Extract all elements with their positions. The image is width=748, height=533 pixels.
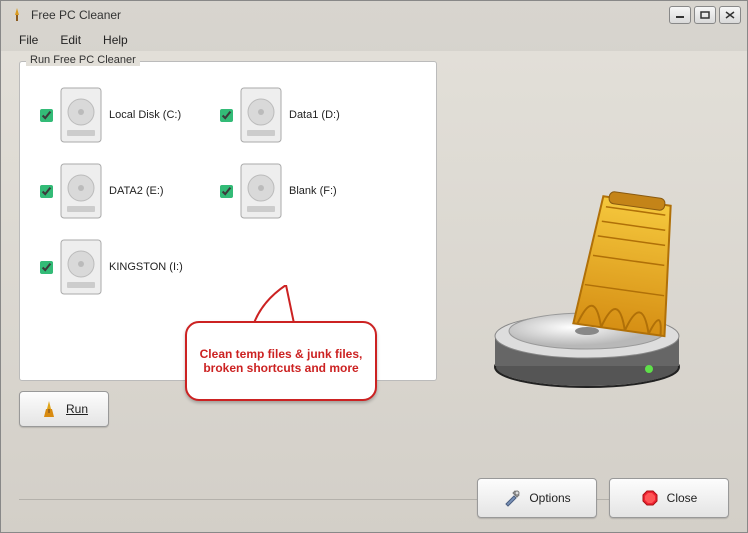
hdd-icon bbox=[59, 162, 103, 220]
hdd-icon bbox=[239, 162, 283, 220]
maximize-button[interactable] bbox=[694, 6, 716, 24]
run-button[interactable]: Run bbox=[19, 391, 109, 427]
groupbox-legend: Run Free PC Cleaner bbox=[26, 54, 140, 66]
drive-list: Local Disk (C:) Data1 (D:) DATA2 ( bbox=[40, 86, 400, 296]
menubar: File Edit Help bbox=[1, 29, 747, 51]
drive-label: Blank (F:) bbox=[289, 185, 337, 197]
callout-bubble: Clean temp files & junk files, broken sh… bbox=[185, 321, 377, 401]
hdd-icon bbox=[59, 238, 103, 296]
drive-item: KINGSTON (I:) bbox=[40, 238, 220, 296]
drive-checkbox[interactable] bbox=[40, 185, 53, 198]
drive-checkbox[interactable] bbox=[40, 261, 53, 274]
hdd-icon bbox=[239, 86, 283, 144]
drive-label: DATA2 (E:) bbox=[109, 185, 164, 197]
app-icon bbox=[9, 7, 25, 23]
menu-file[interactable]: File bbox=[9, 31, 48, 49]
app-window: Free PC Cleaner File Edit Help Run Free … bbox=[0, 0, 748, 533]
menu-help[interactable]: Help bbox=[93, 31, 138, 49]
options-button-label: Options bbox=[529, 491, 570, 505]
hdd-icon bbox=[59, 86, 103, 144]
close-button-label: Close bbox=[667, 491, 698, 505]
menu-edit[interactable]: Edit bbox=[50, 31, 91, 49]
tools-icon bbox=[503, 489, 521, 507]
titlebar: Free PC Cleaner bbox=[1, 1, 747, 29]
stop-icon bbox=[641, 489, 659, 507]
drive-item: Local Disk (C:) bbox=[40, 86, 220, 144]
broom-icon bbox=[40, 400, 58, 418]
drive-item: Blank (F:) bbox=[220, 162, 400, 220]
drive-item: DATA2 (E:) bbox=[40, 162, 220, 220]
drive-checkbox[interactable] bbox=[220, 185, 233, 198]
drive-label: Data1 (D:) bbox=[289, 109, 340, 121]
drive-checkbox[interactable] bbox=[220, 109, 233, 122]
client-area: Run Free PC Cleaner Local Disk (C:) bbox=[1, 51, 747, 532]
run-button-label: Run bbox=[66, 402, 88, 416]
close-window-button[interactable] bbox=[719, 6, 741, 24]
close-button[interactable]: Close bbox=[609, 478, 729, 518]
window-title: Free PC Cleaner bbox=[31, 8, 669, 22]
drive-label: KINGSTON (I:) bbox=[109, 261, 183, 273]
minimize-button[interactable] bbox=[669, 6, 691, 24]
bottom-buttons: Options Close bbox=[477, 478, 729, 518]
drive-checkbox[interactable] bbox=[40, 109, 53, 122]
callout-text: Clean temp files & junk files, broken sh… bbox=[197, 347, 365, 376]
window-controls bbox=[669, 6, 741, 24]
drive-label: Local Disk (C:) bbox=[109, 109, 181, 121]
hero-illustration bbox=[487, 171, 717, 401]
drive-item: Data1 (D:) bbox=[220, 86, 400, 144]
options-button[interactable]: Options bbox=[477, 478, 597, 518]
